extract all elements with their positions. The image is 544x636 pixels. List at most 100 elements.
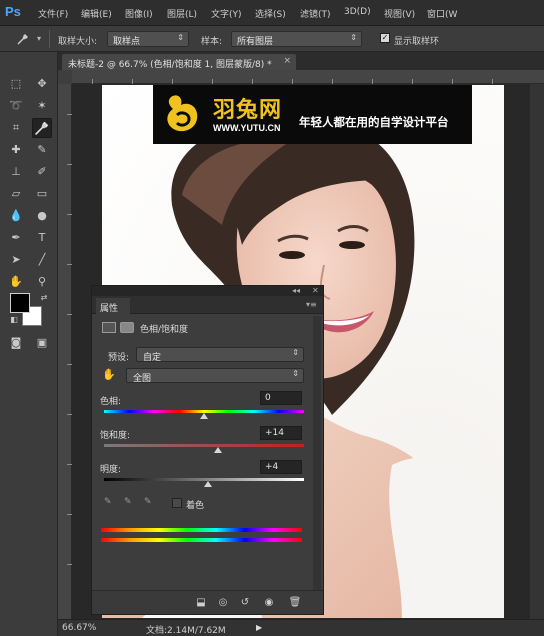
default-colors-icon[interactable]: ◧ [4,310,24,330]
eraser-tool-icon[interactable]: ▱ [6,184,26,204]
toolbox: ⬚ ✥ ➰ ✶ ⌗ ✚ ✎ ⊥ ✐ ▱ ▭ 💧 ● ✒ T ➤ ╱ ✋ ⚲ ⇄ … [0,52,58,636]
saturation-slider-thumb[interactable] [214,447,222,453]
brush-tool-icon[interactable]: ✎ [32,140,52,160]
close-icon[interactable]: × [283,56,291,66]
chevron-updown-icon: ⇕ [350,33,357,42]
clip-to-layer-icon[interactable]: ⬓ [194,596,208,610]
zoom-level[interactable]: 66.67% [62,623,96,633]
eyedropper-icon [34,121,49,136]
hue-slider-thumb[interactable] [200,413,208,419]
swap-colors-icon[interactable]: ⇄ [34,288,54,308]
history-brush-tool-icon[interactable]: ✐ [32,162,52,182]
hue-value-input[interactable]: 0 [260,391,302,405]
menu-layer[interactable]: 图层(L) [167,7,197,20]
tool-preset-caret-icon[interactable]: ▾ [37,34,41,43]
menu-select[interactable]: 选择(S) [255,7,286,20]
type-tool-icon[interactable]: T [32,228,52,248]
eyedropper-icon[interactable] [16,32,30,46]
menu-window[interactable]: 窗口(W [427,7,457,20]
visibility-eye-icon[interactable]: ◉ [262,596,276,610]
ruler-corner [58,70,72,84]
watermark-url: WWW.YUTU.CN [213,123,281,133]
adjustment-layer-icon [102,322,116,333]
chevron-updown-icon: ⇕ [177,33,184,42]
menu-file[interactable]: 文件(F) [38,7,68,20]
tab-properties[interactable]: 属性 [96,298,130,314]
sample-size-value: 取样点 [113,37,141,47]
view-previous-state-icon[interactable]: ◎ [216,596,230,610]
channel-select[interactable]: 全图 ⇕ [126,368,304,384]
rabbit-logo-icon [167,95,198,132]
eyedropper-add-icon[interactable]: ✎ [124,497,132,507]
hand-tool-icon[interactable]: ✋ [6,272,26,292]
healing-brush-tool-icon[interactable]: ✚ [6,140,26,160]
screen-mode-icon[interactable]: ▣ [32,333,52,353]
trash-icon[interactable]: 🗑 [288,596,302,610]
hue-label: 色相: [100,397,122,407]
saturation-slider-track[interactable] [104,444,304,447]
document-tab[interactable]: 未标题-2 @ 66.7% (色相/饱和度 1, 图层蒙版/8) * × [62,54,296,70]
sample-select[interactable]: 所有图层 ⇕ [231,31,362,47]
foreground-color-swatch[interactable] [10,293,30,313]
reset-icon[interactable]: ↺ [238,596,252,610]
status-bar: 66.67% 文档:2.14M/7.62M ▶ [58,619,544,636]
panel-footer: ⬓ ◎ ↺ ◉ 🗑 [92,590,323,614]
menu-bar: Ps 文件(F) 编辑(E) 图像(I) 图层(L) 文字(Y) 选择(S) 滤… [0,0,544,26]
show-ring-label: 显示取样环 [394,37,440,47]
lasso-tool-icon[interactable]: ➰ [6,96,26,116]
panel-menu-icon[interactable]: ▾≡ [306,300,317,309]
blur-tool-icon[interactable]: 💧 [6,206,26,226]
collapse-panel-icon[interactable]: ◂◂ [292,286,300,295]
menu-image[interactable]: 图像(I) [125,7,153,20]
watermark-tagline: 年轻人都在用的自学设计平台 [299,115,449,129]
properties-panel: ◂◂ ✕ 属性 ▾≡ 色相/饱和度 预设: 自定 ⇕ ✋ 全图 ⇕ 色相: 0 … [91,285,324,615]
close-panel-icon[interactable]: ✕ [312,286,319,295]
lightness-value-input[interactable]: +4 [260,460,302,474]
document-size-info: 文档:2.14M/7.62M [146,626,226,636]
menu-view[interactable]: 视图(V) [384,7,415,20]
magic-wand-tool-icon[interactable]: ✶ [32,96,52,116]
panel-header-strip: ◂◂ ✕ [92,286,323,296]
preset-label: 预设: [108,353,130,363]
status-menu-arrow-icon[interactable]: ▶ [256,623,262,632]
line-tool-icon[interactable]: ╱ [32,250,52,270]
photoshop-logo: Ps [5,4,21,19]
lightness-slider-thumb[interactable] [204,481,212,487]
horizontal-ruler [72,70,544,84]
colorize-checkbox[interactable] [172,498,182,508]
watermark-brand: 羽兔网 [213,98,283,123]
path-select-tool-icon[interactable]: ➤ [6,250,26,270]
marquee-tool-icon[interactable]: ⬚ [6,74,26,94]
menu-3d[interactable]: 3D(D) [344,7,371,17]
vertical-scrollbar[interactable] [530,84,544,619]
menu-edit[interactable]: 编辑(E) [81,7,112,20]
eyedropper-subtract-icon[interactable]: ✎ [144,497,152,507]
eyedropper-tool-icon[interactable] [32,118,52,138]
sample-size-select[interactable]: 取样点 ⇕ [107,31,189,47]
preset-select[interactable]: 自定 ⇕ [136,347,304,363]
quick-mask-icon[interactable]: ◙ [6,333,26,353]
gradient-tool-icon[interactable]: ▭ [32,184,52,204]
colorize-label: 着色 [186,501,205,511]
sample-value: 所有图层 [237,37,274,47]
chevron-updown-icon: ⇕ [292,369,299,378]
layer-mask-icon[interactable] [120,322,134,333]
preset-value: 自定 [143,353,162,363]
eyedropper-sample-icon[interactable]: ✎ [104,497,112,507]
crop-tool-icon[interactable]: ⌗ [6,118,26,138]
menu-type[interactable]: 文字(Y) [211,7,242,20]
move-tool-icon[interactable]: ✥ [32,74,52,94]
clone-stamp-tool-icon[interactable]: ⊥ [6,162,26,182]
targeted-adjustment-hand-icon[interactable]: ✋ [102,368,116,381]
dodge-tool-icon[interactable]: ● [32,206,52,226]
pen-tool-icon[interactable]: ✒ [6,228,26,248]
divider [49,30,50,48]
show-ring-checkbox[interactable]: ✓ [380,33,390,43]
menu-filter[interactable]: 滤镜(T) [300,7,331,20]
saturation-label: 饱和度: [100,431,131,441]
chevron-updown-icon: ⇕ [292,348,299,357]
document-tab-title: 未标题-2 @ 66.7% (色相/饱和度 1, 图层蒙版/8) * [68,60,272,70]
panel-scrollbar[interactable] [313,316,321,590]
output-color-bar [101,538,302,542]
saturation-value-input[interactable]: +14 [260,426,302,440]
